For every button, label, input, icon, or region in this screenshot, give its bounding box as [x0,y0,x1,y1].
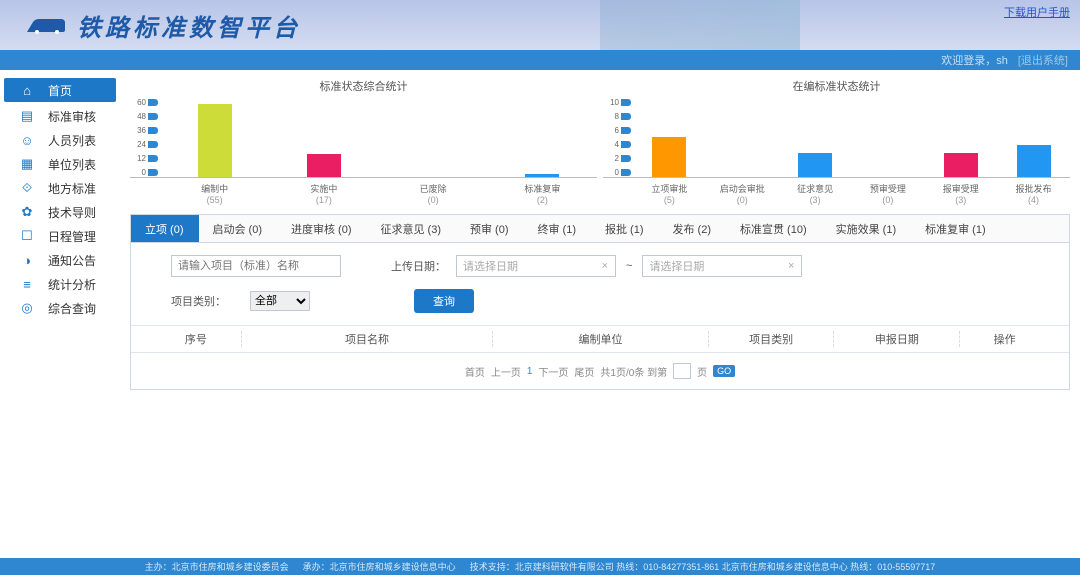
sidebar-item-0[interactable]: ⌂ 首页 [4,78,116,102]
sidebar-item-2[interactable]: ☺ 人员列表 [0,128,120,152]
sidebar-icon: ✿ [20,205,34,219]
tab-1[interactable]: 启动会 (0) [199,215,278,242]
sidebar-item-label: 标准审核 [48,108,96,125]
pager-total: 共1页/0条 到第 [600,364,667,379]
pager-first[interactable]: 首页 [465,364,485,379]
sidebar-icon: ≡ [20,277,34,291]
sidebar-item-3[interactable]: ▦ 单位列表 [0,152,120,176]
sidebar-icon: ⌂ [20,83,34,97]
sidebar-icon: ▤ [20,109,34,123]
tab-10[interactable]: 标准复审 (1) [911,215,1001,242]
date-tilde: ~ [626,260,632,272]
main-content: 标准状态综合统计 60483624120 编制中(55)实施中(17)已废除(0… [120,70,1080,555]
page-footer: 主办：北京市住房和城乡建设委员会 承办：北京市住房和城乡建设信息中心 技术支持：… [0,558,1080,575]
search-input[interactable] [171,255,341,277]
sidebar-item-label: 单位列表 [48,156,96,173]
sidebar-item-4[interactable]: ⟐ 地方标准 [0,176,120,200]
footer-undertake: 承办：北京市住房和城乡建设信息中心 [303,560,456,573]
date-to-input[interactable]: 请选择日期 × [642,255,802,277]
table-header: 序号项目名称编制单位项目类别申报日期操作 [131,325,1069,353]
tab-4[interactable]: 预审 (0) [456,215,524,242]
pager-next[interactable]: 下一页 [538,364,568,379]
sidebar-item-7[interactable]: ◑ 通知公告 [0,248,120,272]
sidebar-item-8[interactable]: ≡ 统计分析 [0,272,120,296]
sidebar-icon: ◎ [20,301,34,315]
sidebar-icon: ▦ [20,157,34,171]
sidebar-item-6[interactable]: ☐ 日程管理 [0,224,120,248]
sidebar-icon: ☐ [20,229,34,243]
table-col-0: 序号 [151,331,241,347]
search-button[interactable]: 查询 [414,289,474,313]
chart-title-left: 标准状态综合统计 [130,78,597,94]
sidebar-item-label: 统计分析 [48,276,96,293]
tab-8[interactable]: 标准宣贯 (10) [726,215,822,242]
sidebar: ⌂ 首页 ▤ 标准审核 ☺ 人员列表 ▦ 单位列表 ⟐ 地方标准 ✿ 技术导则 ☐ 日程管理 ◑ 通知公告 ≡ 统… [0,70,120,555]
tab-5[interactable]: 终审 (1) [524,215,592,242]
app-header: 铁路标准数智平台 下载用户手册 [0,0,1080,50]
sidebar-item-5[interactable]: ✿ 技术导则 [0,200,120,224]
table-col-1: 项目名称 [241,331,492,347]
tab-9[interactable]: 实施效果 (1) [822,215,912,242]
logout-link[interactable]: [退出系统] [1018,52,1068,68]
category-label: 项目类别： [171,293,226,309]
category-select[interactable]: 全部 [250,291,310,311]
sidebar-item-label: 首页 [48,82,72,99]
pager-page-suffix: 页 [697,364,707,379]
filter-row-1: 上传日期： 请选择日期 × ~ 请选择日期 × [131,243,1069,283]
download-manual-link[interactable]: 下载用户手册 [1004,4,1070,20]
sidebar-item-label: 通知公告 [48,252,96,269]
sidebar-item-1[interactable]: ▤ 标准审核 [0,104,120,128]
table-col-4: 申报日期 [833,331,959,347]
sidebar-icon: ◑ [20,253,34,267]
app-title: 铁路标准数智平台 [77,8,301,43]
sidebar-icon: ☺ [20,133,34,147]
tab-2[interactable]: 进度审核 (0) [277,215,367,242]
footer-tech: 技术支持：北京建科研软件有限公司 热线：010-84277351-861 北京市… [470,560,936,573]
top-bar: 欢迎登录，sh [退出系统] [0,50,1080,70]
tabs-header: 立项 (0)启动会 (0)进度审核 (0)征求意见 (3)预审 (0)终审 (1… [131,215,1069,243]
chart-editing-status: 在编标准状态统计 1086420 立项审批(5)启动会审批(0)征求意见(3)预… [603,78,1070,208]
upload-date-label: 上传日期： [391,258,446,274]
train-logo-icon [25,14,67,36]
table-col-2: 编制单位 [492,331,708,347]
chart-standard-status: 标准状态综合统计 60483624120 编制中(55)实施中(17)已废除(0… [130,78,597,208]
tab-0[interactable]: 立项 (0) [131,215,199,242]
tab-7[interactable]: 发布 (2) [659,215,727,242]
footer-host: 主办：北京市住房和城乡建设委员会 [145,560,289,573]
sidebar-icon: ⟐ [20,181,34,195]
tab-3[interactable]: 征求意见 (3) [367,215,457,242]
filter-row-2: 项目类别： 全部 查询 [131,283,1069,325]
sidebar-item-label: 技术导则 [48,204,96,221]
pager-prev[interactable]: 上一页 [491,364,521,379]
welcome-text: 欢迎登录，sh [941,52,1008,68]
table-col-5: 操作 [959,331,1049,347]
table-col-3: 项目类别 [708,331,834,347]
tab-6[interactable]: 报批 (1) [591,215,659,242]
sidebar-item-9[interactable]: ◎ 综合查询 [0,296,120,320]
pagination: 首页 上一页 1 下一页 尾页 共1页/0条 到第 页 GO [131,353,1069,389]
chart-title-right: 在编标准状态统计 [603,78,1070,94]
pager-current: 1 [527,366,533,377]
date-from-input[interactable]: 请选择日期 × [456,255,616,277]
pager-go-button[interactable]: GO [713,365,735,377]
pager-page-input[interactable] [673,363,691,379]
sidebar-item-label: 综合查询 [48,300,96,317]
clear-date-from-icon[interactable]: × [599,260,611,272]
clear-date-to-icon[interactable]: × [785,260,797,272]
header-decoration [600,0,800,50]
sidebar-item-label: 日程管理 [48,228,96,245]
pager-last[interactable]: 尾页 [574,364,594,379]
sidebar-item-label: 地方标准 [48,180,96,197]
tabs-panel: 立项 (0)启动会 (0)进度审核 (0)征求意见 (3)预审 (0)终审 (1… [130,214,1070,390]
sidebar-item-label: 人员列表 [48,132,96,149]
